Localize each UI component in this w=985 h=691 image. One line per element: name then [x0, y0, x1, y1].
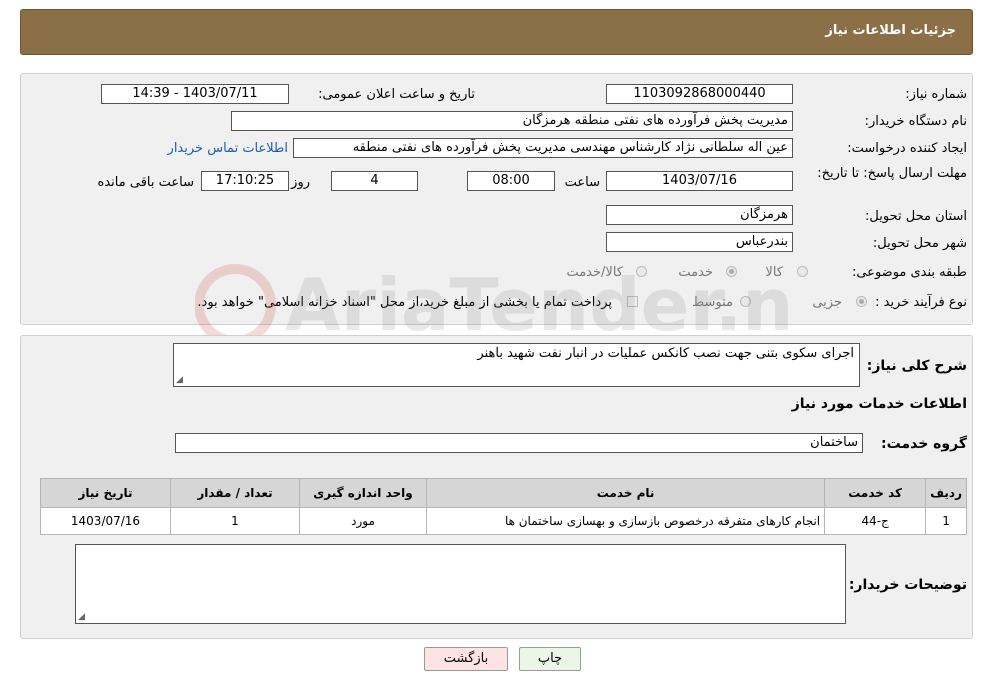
services-heading: اطلاعات خدمات مورد نیاز [791, 396, 967, 412]
creator-label: ایجاد کننده درخواست: [847, 141, 967, 156]
summary-text: اجرای سکوی بتنی جهت نصب کانکس عملیات در … [477, 346, 854, 361]
print-button[interactable]: چاپ [519, 647, 581, 671]
services-table: ردیف کد خدمت نام خدمت واحد اندازه گیری ت… [40, 478, 967, 535]
creator-field: عین اله سلطانی نژاد کارشناس مهندسی مدیری… [293, 138, 793, 158]
city-field: بندرعباس [606, 232, 793, 252]
process-label: نوع فرآیند خرید : [875, 295, 967, 310]
page-title: جزئیات اطلاعات نیاز [825, 23, 956, 38]
city-label: شهر محل تحویل: [872, 236, 967, 251]
buyer-org-label: نام دستگاه خریدار: [864, 114, 967, 129]
col-service-code: کد خدمت [824, 478, 927, 508]
deadline-time-label: ساعت [564, 175, 600, 190]
resize-grip-icon[interactable]: ◢ [78, 612, 85, 622]
category-option-goods: کالا [765, 265, 783, 280]
col-service-name: نام خدمت [425, 478, 826, 508]
resize-grip-icon[interactable]: ◢ [176, 375, 183, 385]
category-label: طبقه بندی موضوعی: [851, 265, 967, 280]
deadline-time-field: 08:00 [467, 171, 555, 191]
payment-note: پرداخت تمام یا بخشی از مبلغ خرید،از محل … [197, 295, 612, 310]
buyer-org-field: مدیریت پخش فرآورده های نفتی منطقه هرمزگا… [231, 111, 793, 131]
cell-row: 1 [925, 507, 967, 535]
category-radio-goods[interactable] [797, 266, 808, 277]
back-button[interactable]: بازگشت [424, 647, 508, 671]
service-group-field: ساختمان [175, 433, 863, 453]
col-need-date: تاریخ نیاز [40, 478, 171, 508]
category-radio-service[interactable] [726, 266, 737, 277]
need-number-field: 1103092868000440 [606, 84, 793, 104]
deadline-label: مهلت ارسال پاسخ: تا تاریخ: [817, 166, 967, 181]
buyer-contact-link[interactable]: اطلاعات تماس خریدار [168, 141, 288, 156]
process-option-medium: متوسط [692, 295, 733, 310]
treasury-payment-checkbox[interactable] [627, 296, 638, 307]
announce-datetime-field: 1403/07/11 - 14:39 [101, 84, 289, 104]
cell-need-date: 1403/07/16 [40, 507, 171, 535]
category-option-goods-service: کالا/خدمت [566, 265, 623, 280]
summary-textarea[interactable]: اجرای سکوی بتنی جهت نصب کانکس عملیات در … [173, 343, 860, 387]
time-remaining-label: ساعت باقی مانده [97, 175, 194, 190]
col-unit: واحد اندازه گیری [299, 478, 427, 508]
process-option-minor: جزیی [812, 295, 842, 310]
buyer-notes-textarea[interactable]: ◢ [75, 544, 846, 624]
category-option-service: خدمت [678, 265, 713, 280]
buyer-notes-label: توضیحات خریدار: [848, 577, 967, 593]
need-number-label: شماره نیاز: [905, 87, 967, 102]
days-remaining-field: 4 [331, 171, 418, 191]
province-label: استان محل تحویل: [865, 209, 967, 224]
col-quantity: تعداد / مقدار [170, 478, 300, 508]
time-remaining-field: 17:10:25 [201, 171, 289, 191]
process-radio-minor[interactable] [856, 296, 867, 307]
cell-quantity: 1 [170, 507, 300, 535]
cell-unit: مورد [299, 507, 427, 535]
table-header-row: ردیف کد خدمت نام خدمت واحد اندازه گیری ت… [40, 478, 967, 508]
announce-label: تاریخ و ساعت اعلان عمومی: [318, 87, 475, 102]
col-row: ردیف [925, 478, 967, 508]
province-field: هرمزگان [606, 205, 793, 225]
summary-label: شرح کلی نیاز: [866, 358, 967, 374]
cell-service-code: ج-44 [824, 507, 927, 535]
category-radio-goods-service[interactable] [636, 266, 647, 277]
deadline-date-field: 1403/07/16 [606, 171, 793, 191]
process-radio-medium[interactable] [740, 296, 751, 307]
cell-service-name: انجام کارهای متفرقه درخصوص بازسازی و بهس… [425, 507, 826, 535]
page-header: جزئیات اطلاعات نیاز [20, 9, 973, 55]
service-group-label: گروه خدمت: [881, 436, 967, 452]
table-row: 1 ج-44 انجام کارهای متفرقه درخصوص بازساز… [40, 507, 967, 535]
